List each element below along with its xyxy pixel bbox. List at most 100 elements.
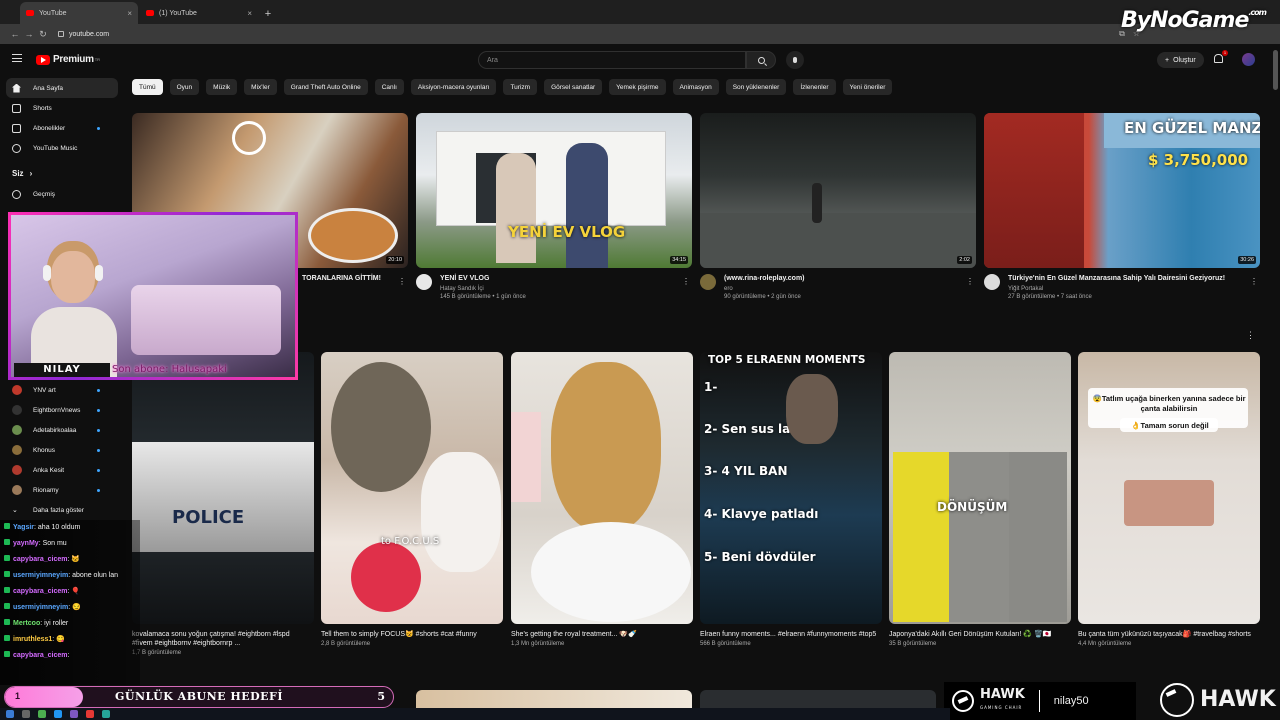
subscription-item[interactable]: YNV art — [0, 380, 124, 400]
video-card[interactable]: EN GÜZEL MANZARA! $ 3,750,000 30:26 Türk… — [984, 113, 1260, 301]
search-button[interactable] — [746, 51, 776, 69]
close-tab-icon[interactable]: × — [127, 9, 132, 18]
page-scrollbar[interactable] — [1273, 50, 1278, 90]
chip-3[interactable]: Mix'ler — [244, 79, 277, 95]
watermark-suffix: .com — [1248, 8, 1267, 17]
subscription-item[interactable]: Adetabirkoalaa — [0, 420, 124, 440]
subscription-item[interactable]: Khonus — [0, 440, 124, 460]
create-button[interactable]: + Oluştur — [1157, 52, 1204, 68]
search-icon[interactable] — [22, 710, 30, 718]
video-card[interactable]: 2:02 (www.rina-roleplay.com) ero 90 görü… — [700, 113, 976, 301]
curtain — [511, 412, 541, 502]
short-card[interactable]: TOP 5 ELRAENN MOMENTS 1- 2- Sen sus lan … — [700, 352, 882, 647]
short-title[interactable]: kovalamaca sonu yoğun çatışma! #eightbor… — [132, 630, 310, 648]
channel-name[interactable]: Hatay Sandık İçi — [440, 285, 526, 293]
sidebar-item-history[interactable]: Geçmiş — [0, 184, 124, 204]
chip-11[interactable]: Son yüklenenler — [725, 79, 787, 95]
subscription-item[interactable]: Anka Kesit — [0, 460, 124, 480]
menu-icon[interactable] — [12, 54, 22, 62]
reload-icon[interactable]: ↻ — [36, 29, 50, 40]
short-card[interactable]: POLICE kovalamaca sonu yoğun çatışma! #e… — [132, 352, 314, 656]
shorts-more-options-icon[interactable]: ⋮ — [1246, 330, 1255, 341]
sidebar-item-home[interactable]: Ana Sayfa — [6, 78, 118, 98]
chrome-icon[interactable] — [38, 710, 46, 718]
app-icon[interactable] — [54, 710, 62, 718]
chip-6[interactable]: Aksiyon-macera oyunları — [410, 79, 497, 95]
subscription-item[interactable]: Rionamy — [0, 480, 124, 500]
short-thumbnail[interactable]: to F.O.C.U.S — [321, 352, 503, 624]
chip-0[interactable]: Tümü — [132, 79, 163, 95]
chip-8[interactable]: Görsel sanatlar — [544, 79, 603, 95]
video-card[interactable]: YENİ EV VLOG 34:15 YENİ EV VLOG Hatay Sa… — [416, 113, 692, 301]
short-card[interactable]: 😨Tatlım uçağa binerken yanına sadece bir… — [1078, 352, 1260, 647]
sidebar-item-subscriptions[interactable]: Abonelikler — [0, 118, 124, 138]
chip-13[interactable]: Yeni öneriler — [842, 79, 893, 95]
channel-avatar[interactable] — [416, 274, 432, 290]
close-tab-icon[interactable]: × — [247, 9, 252, 18]
new-tab-button[interactable]: + — [260, 8, 276, 20]
video-title[interactable]: Türkiye'nin En Güzel Manzarasına Sahip Y… — [1008, 274, 1225, 283]
chip-5[interactable]: Canlı — [374, 79, 404, 95]
video-thumbnail[interactable]: EN GÜZEL MANZARA! $ 3,750,000 30:26 — [984, 113, 1260, 268]
chip-7[interactable]: Turizm — [503, 79, 538, 95]
short-thumbnail[interactable]: 😨Tatlım uçağa binerken yanına sadece bir… — [1078, 352, 1260, 624]
chat-text: : abone olun lan — [68, 572, 119, 579]
short-title[interactable]: Bu çanta tüm yükünüzü taşıyacak🎒 #travel… — [1078, 630, 1256, 639]
more-options-icon[interactable]: ⋮ — [398, 277, 406, 286]
browser-tab[interactable]: YouTube × — [20, 2, 138, 24]
short-thumbnail[interactable]: TOP 5 ELRAENN MOMENTS 1- 2- Sen sus lan … — [700, 352, 882, 624]
chip-2[interactable]: Müzik — [206, 79, 238, 95]
sidebar-item-music[interactable]: YouTube Music — [0, 138, 124, 158]
url-field[interactable]: youtube.com — [58, 31, 109, 38]
browser-tab[interactable]: (1) YouTube × — [140, 2, 258, 24]
more-options-icon[interactable]: ⋮ — [682, 277, 690, 286]
notifications-bell-icon[interactable] — [1214, 54, 1223, 63]
short-thumbnail[interactable]: POLICE — [132, 352, 314, 624]
video-thumbnail-peek[interactable] — [700, 690, 936, 708]
sidebar-item-shorts[interactable]: Shorts — [0, 98, 124, 118]
voice-search-button[interactable] — [786, 51, 804, 69]
video-title[interactable]: TORANLARINA GİTTİM! — [302, 274, 381, 283]
chip-10[interactable]: Animasyon — [672, 79, 719, 95]
channel-avatar[interactable] — [700, 274, 716, 290]
short-title[interactable]: Japonya'daki Akıllı Geri Dönüşüm Kutular… — [889, 630, 1067, 639]
more-options-icon[interactable]: ⋮ — [966, 277, 974, 286]
more-options-icon[interactable]: ⋮ — [1250, 277, 1258, 286]
channel-name[interactable]: Yiğit Portakal — [1008, 285, 1225, 293]
youtube-logo[interactable]: Premium TR — [36, 54, 100, 65]
video-thumbnail-peek[interactable] — [416, 690, 692, 708]
short-title[interactable]: Tell them to simply FOCUS😺 #shorts #cat … — [321, 630, 499, 639]
short-card[interactable]: She's getting the royal treatment... 🐶🍼 … — [511, 352, 693, 647]
app-icon[interactable] — [70, 710, 78, 718]
video-title[interactable]: YENİ EV VLOG — [440, 274, 526, 283]
short-thumbnail[interactable] — [511, 352, 693, 624]
forward-icon[interactable]: → — [22, 29, 36, 39]
back-icon[interactable]: ← — [8, 29, 22, 39]
start-icon[interactable] — [6, 710, 14, 718]
chip-12[interactable]: İzlenenler — [793, 79, 836, 95]
app-icon[interactable] — [86, 710, 94, 718]
sidebar-you-heading[interactable]: Siz › — [0, 162, 124, 184]
video-title[interactable]: (www.rina-roleplay.com) — [724, 274, 805, 283]
channel-name[interactable]: ero — [724, 285, 805, 293]
subscription-item[interactable]: EightbornVnews — [0, 400, 124, 420]
app-icon[interactable] — [102, 710, 110, 718]
chip-4[interactable]: Grand Theft Auto Online — [283, 79, 368, 95]
short-card[interactable]: to F.O.C.U.S Tell them to simply FOCUS😺 … — [321, 352, 503, 647]
short-title[interactable]: She's getting the royal treatment... 🐶🍼 — [511, 630, 689, 639]
site-info-icon[interactable] — [58, 31, 64, 37]
account-avatar[interactable] — [1242, 53, 1255, 66]
short-card[interactable]: DÖNÜŞÜM Japonya'daki Akıllı Geri Dönüşüm… — [889, 352, 1071, 647]
video-thumbnail[interactable]: YENİ EV VLOG 34:15 — [416, 113, 692, 268]
thumbnail-overlay-text: POLICE — [172, 507, 245, 528]
chip-1[interactable]: Oyun — [169, 79, 200, 95]
video-thumbnail[interactable]: 2:02 — [700, 113, 976, 268]
subscriptions-icon — [12, 123, 21, 133]
chip-9[interactable]: Yemek pişirme — [609, 79, 666, 95]
police-car — [132, 442, 314, 552]
short-thumbnail[interactable]: DÖNÜŞÜM — [889, 352, 1071, 624]
short-title[interactable]: Elraen funny moments... #elraenn #funnym… — [700, 630, 878, 639]
search-input[interactable]: Ara — [478, 51, 746, 69]
channel-avatar[interactable] — [984, 274, 1000, 290]
show-more-button[interactable]: ⌄ Daha fazla göster — [0, 500, 124, 520]
